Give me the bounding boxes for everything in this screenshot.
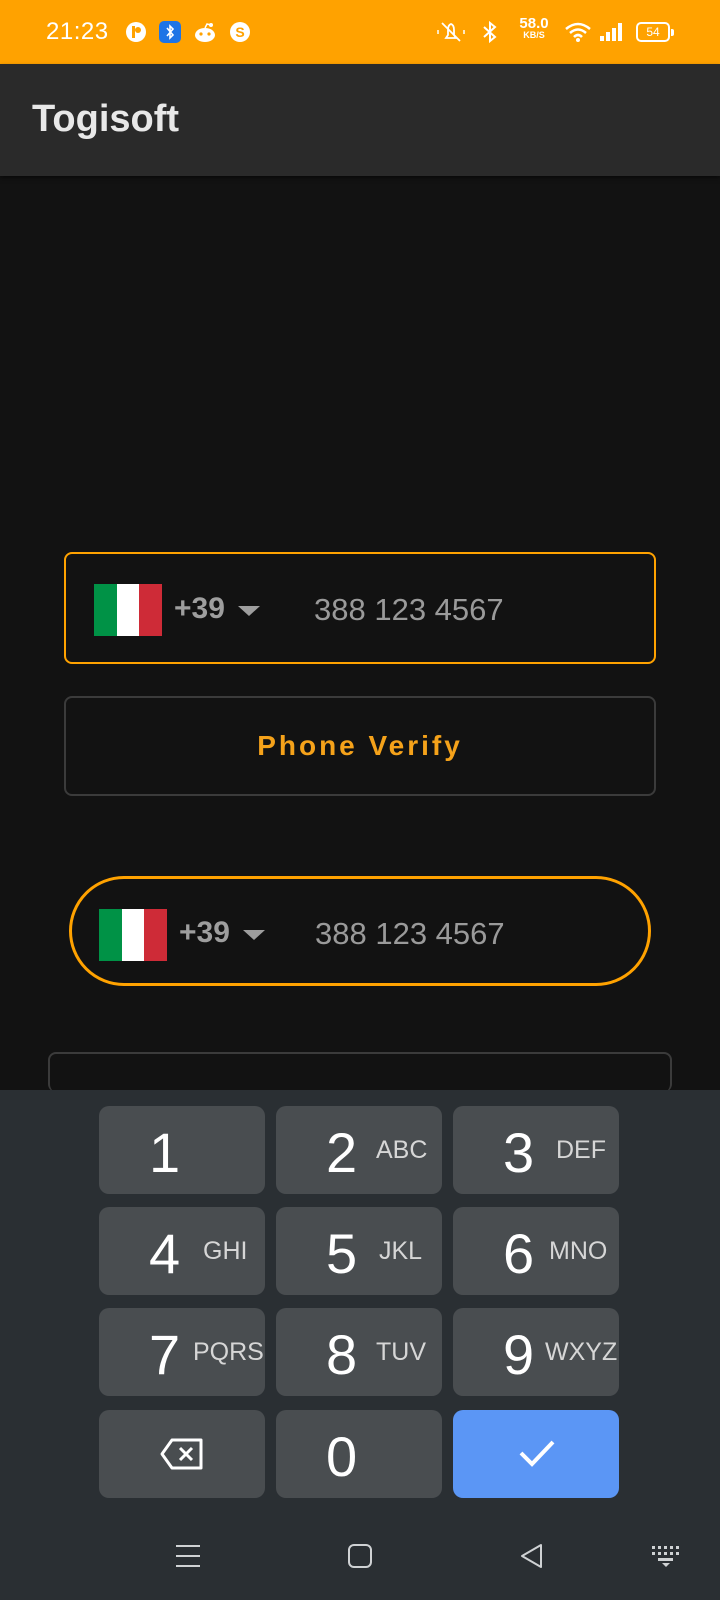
italy-flag-icon[interactable]: [94, 584, 163, 636]
menu-icon[interactable]: [166, 1534, 210, 1578]
app-bar: Togisoft: [0, 64, 720, 176]
reddit-icon: [193, 20, 217, 44]
key-letters: MNO: [549, 1237, 608, 1265]
done-button[interactable]: [453, 1410, 619, 1498]
battery-icon: 54: [636, 22, 674, 42]
key-2[interactable]: 2 ABC: [276, 1106, 442, 1194]
s-app-icon: S: [228, 20, 252, 44]
svg-text:S: S: [235, 24, 244, 40]
phone-number-placeholder[interactable]: 388 123 4567: [315, 916, 505, 952]
chevron-down-icon[interactable]: [243, 930, 265, 940]
key-digit: 7: [149, 1323, 181, 1386]
key-letters: JKL: [379, 1237, 423, 1265]
wifi-icon: [564, 20, 592, 44]
italy-flag-icon[interactable]: [99, 909, 168, 961]
navigation-bar: [0, 1512, 720, 1600]
key-9[interactable]: 9 WXYZ: [453, 1308, 619, 1396]
network-speed: 58.0 KB/S: [516, 16, 552, 40]
chevron-down-icon[interactable]: [238, 606, 260, 616]
key-letters: PQRS: [193, 1338, 264, 1366]
status-bar: 21:23 S 58.0 KB/S 54: [0, 0, 720, 64]
key-letters: GHI: [203, 1237, 248, 1265]
key-digit: 3: [503, 1121, 535, 1184]
bluetooth-app-icon: [158, 20, 182, 44]
phone-number-placeholder[interactable]: 388 123 4567: [314, 592, 504, 628]
key-digit: 5: [326, 1222, 358, 1285]
key-0[interactable]: 0: [276, 1410, 442, 1498]
network-speed-unit: KB/S: [523, 30, 545, 40]
key-letters: WXYZ: [545, 1338, 618, 1366]
backspace-button[interactable]: [99, 1410, 265, 1498]
phone-verify-button[interactable]: Phone Verify: [64, 696, 656, 796]
signal-icon: [598, 20, 624, 44]
bluetooth-icon: [478, 20, 502, 44]
phone-input-field[interactable]: +39 388 123 4567: [64, 552, 656, 664]
key-digit: 0: [326, 1425, 358, 1488]
key-5[interactable]: 5 JKL: [276, 1207, 442, 1295]
key-digit: 2: [326, 1121, 358, 1184]
key-digit: 9: [503, 1323, 535, 1386]
notification-app-icon: [124, 20, 148, 44]
key-digit: 8: [326, 1323, 358, 1386]
country-code[interactable]: +39: [179, 916, 230, 950]
key-3[interactable]: 3 DEF: [453, 1106, 619, 1194]
key-digit: 1: [149, 1121, 181, 1184]
partial-field: [48, 1052, 672, 1092]
key-digit: 4: [149, 1222, 181, 1285]
key-letters: TUV: [376, 1338, 426, 1366]
network-speed-value: 58.0: [519, 15, 549, 32]
app-title: Togisoft: [32, 98, 180, 140]
back-icon[interactable]: [510, 1534, 554, 1578]
keyboard-hide-icon[interactable]: [644, 1534, 688, 1578]
home-icon[interactable]: [338, 1534, 382, 1578]
key-1[interactable]: 1: [99, 1106, 265, 1194]
mute-icon: [436, 20, 466, 44]
key-7[interactable]: 7 PQRS: [99, 1308, 265, 1396]
key-letters: ABC: [376, 1136, 428, 1164]
country-code[interactable]: +39: [174, 592, 225, 626]
key-4[interactable]: 4 GHI: [99, 1207, 265, 1295]
checkmark-icon: [519, 1440, 555, 1467]
screen: 21:23 S 58.0 KB/S 54 Togisoft +39 388 12…: [0, 0, 720, 1600]
backspace-icon: [160, 1438, 203, 1470]
phone-input-field-rounded[interactable]: +39 388 123 4567: [69, 876, 651, 986]
key-letters: DEF: [556, 1136, 606, 1164]
key-8[interactable]: 8 TUV: [276, 1308, 442, 1396]
key-6[interactable]: 6 MNO: [453, 1207, 619, 1295]
status-time: 21:23: [46, 18, 109, 45]
key-digit: 6: [503, 1222, 535, 1285]
